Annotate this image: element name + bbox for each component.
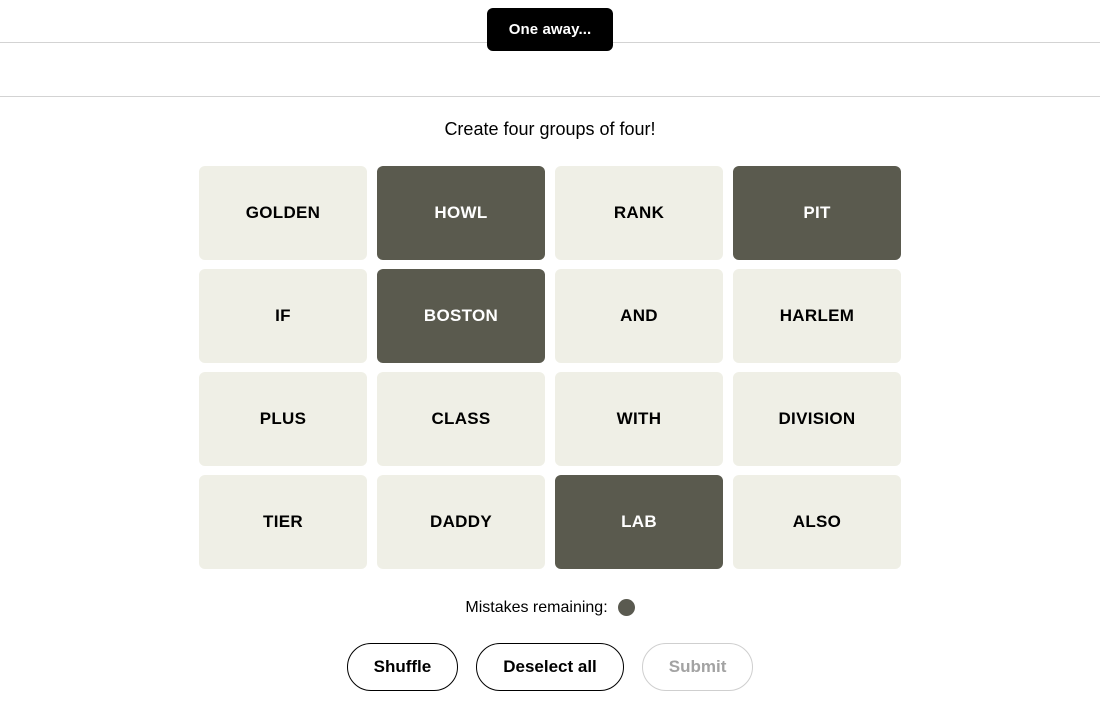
tile[interactable]: ALSO bbox=[733, 475, 901, 569]
tile[interactable]: RANK bbox=[555, 166, 723, 260]
tile[interactable]: GOLDEN bbox=[199, 166, 367, 260]
tile[interactable]: WITH bbox=[555, 372, 723, 466]
game-area: Create four groups of four! GOLDEN HOWL … bbox=[0, 97, 1100, 720]
shuffle-button[interactable]: Shuffle bbox=[346, 643, 459, 691]
tile[interactable]: AND bbox=[555, 269, 723, 363]
toast-message: One away... bbox=[486, 8, 614, 51]
mistake-dots bbox=[617, 599, 635, 616]
tile[interactable]: IF bbox=[199, 269, 367, 363]
tile[interactable]: TIER bbox=[199, 475, 367, 569]
tile[interactable]: BOSTON bbox=[377, 269, 545, 363]
deselect-all-button[interactable]: Deselect all bbox=[476, 643, 624, 691]
submit-button[interactable]: Submit bbox=[641, 643, 754, 691]
instruction-text: Create four groups of four! bbox=[444, 119, 656, 139]
tile[interactable]: CLASS bbox=[377, 372, 545, 466]
tile[interactable]: HOWL bbox=[377, 166, 545, 260]
tile[interactable]: LAB bbox=[555, 475, 723, 569]
tile[interactable]: DIVISION bbox=[733, 372, 901, 466]
mistake-dot bbox=[617, 599, 635, 616]
mistakes-remaining: Mistakes remaining: bbox=[465, 598, 635, 616]
tile[interactable]: HARLEM bbox=[733, 269, 901, 363]
puzzle-grid: GOLDEN HOWL RANK PIT IF BOSTON AND HARLE… bbox=[199, 166, 901, 569]
tile[interactable]: PIT bbox=[733, 166, 901, 260]
control-buttons: Shuffle Deselect all Submit bbox=[346, 643, 754, 691]
tile[interactable]: PLUS bbox=[199, 372, 367, 466]
mistakes-label: Mistakes remaining: bbox=[465, 598, 608, 616]
tile[interactable]: DADDY bbox=[377, 475, 545, 569]
